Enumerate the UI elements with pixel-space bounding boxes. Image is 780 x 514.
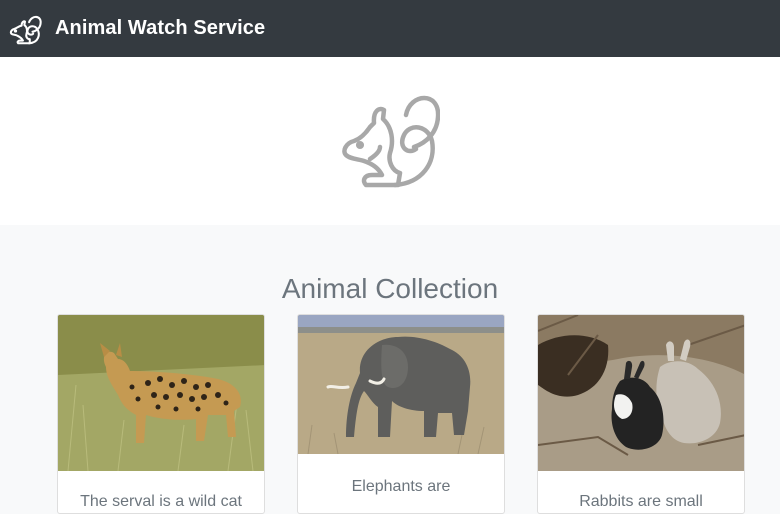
animal-card-serval[interactable]: The serval is a wild cat	[57, 314, 265, 514]
animal-collection: Animal Collection The serval is a wild c…	[0, 225, 780, 514]
rabbits-photo	[538, 315, 744, 471]
card-description: Rabbits are small	[579, 493, 703, 510]
animal-card-elephant[interactable]: Elephants are	[297, 314, 505, 514]
card-description: Elephants are	[351, 478, 451, 495]
hero-banner	[0, 57, 780, 225]
squirrel-icon	[340, 89, 441, 194]
animal-card-rabbits[interactable]: Rabbits are small	[537, 314, 745, 514]
card-description: The serval is a wild cat	[80, 493, 242, 510]
navbar: Animal Watch Service	[0, 0, 780, 57]
collection-title: Animal Collection	[281, 273, 499, 304]
brand-title[interactable]: Animal Watch Service	[55, 17, 265, 40]
elephant-photo	[298, 315, 504, 454]
serval-photo	[58, 315, 264, 471]
squirrel-icon[interactable]	[8, 12, 42, 46]
